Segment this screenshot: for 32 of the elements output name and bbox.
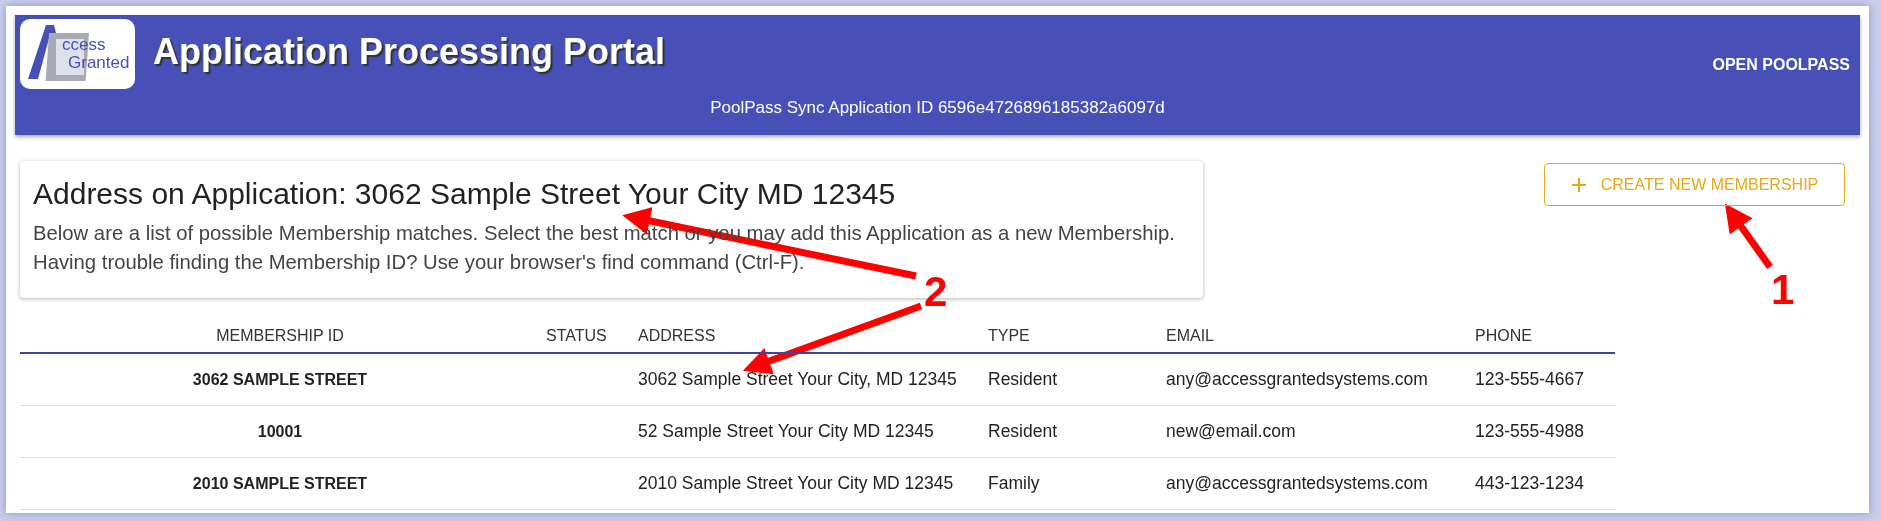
- column-header: TYPE: [988, 326, 1031, 346]
- table-cell: 52 Sample Street Your City MD 12345: [638, 421, 934, 442]
- column-header: ADDRESS: [638, 326, 717, 346]
- table-cell: 10001: [257, 422, 303, 440]
- open-poolpass-link[interactable]: OPEN POOLPASS: [1712, 53, 1850, 77]
- table-cell: Resident: [988, 421, 1058, 442]
- plus-icon: [1570, 176, 1587, 193]
- annotation-arrow: [1724, 203, 1773, 270]
- table-cell: 3062 Sample Street Your City, MD 12345: [638, 369, 957, 390]
- column-header: MEMBERSHIP ID: [215, 326, 345, 346]
- table-cell: 2010 SAMPLE STREET: [192, 474, 368, 492]
- table-cell: 123-555-4988: [1475, 421, 1584, 442]
- table-cell: new@email.com: [1166, 421, 1296, 442]
- logo-text: Granted: [67, 54, 130, 72]
- table-cell: 443-123-1234: [1475, 473, 1584, 494]
- logo-text: ccess: [61, 36, 107, 54]
- annotation-number: 1: [1771, 266, 1795, 313]
- column-header: STATUS: [545, 326, 608, 346]
- column-header: EMAIL: [1166, 326, 1215, 346]
- table-cell: 2010 Sample Street Your City MD 12345: [638, 473, 954, 494]
- card-heading: Address on Application: 3062 Sample Street Your City MD 12345: [33, 177, 897, 211]
- table-cell: any@accessgrantedsystems.com: [1166, 369, 1428, 390]
- table-cell: Resident: [988, 369, 1058, 390]
- table-cell: any@accessgrantedsystems.com: [1166, 473, 1428, 494]
- table-cell: 3062 SAMPLE STREET: [192, 370, 368, 388]
- application-id-text: PoolPass Sync Application ID 6596e4726896185382a6097d: [710, 97, 1165, 119]
- column-header: PHONE: [1475, 326, 1533, 346]
- table-cell: 123-555-4667: [1475, 369, 1584, 390]
- table-cell: Family: [988, 473, 1040, 494]
- app-title: Application Processing Portal: [153, 30, 666, 74]
- annotation-number: 2: [924, 268, 948, 315]
- card-text: Having trouble finding the Membership ID? Use your browser's find command (Ctrl-F).: [33, 250, 806, 275]
